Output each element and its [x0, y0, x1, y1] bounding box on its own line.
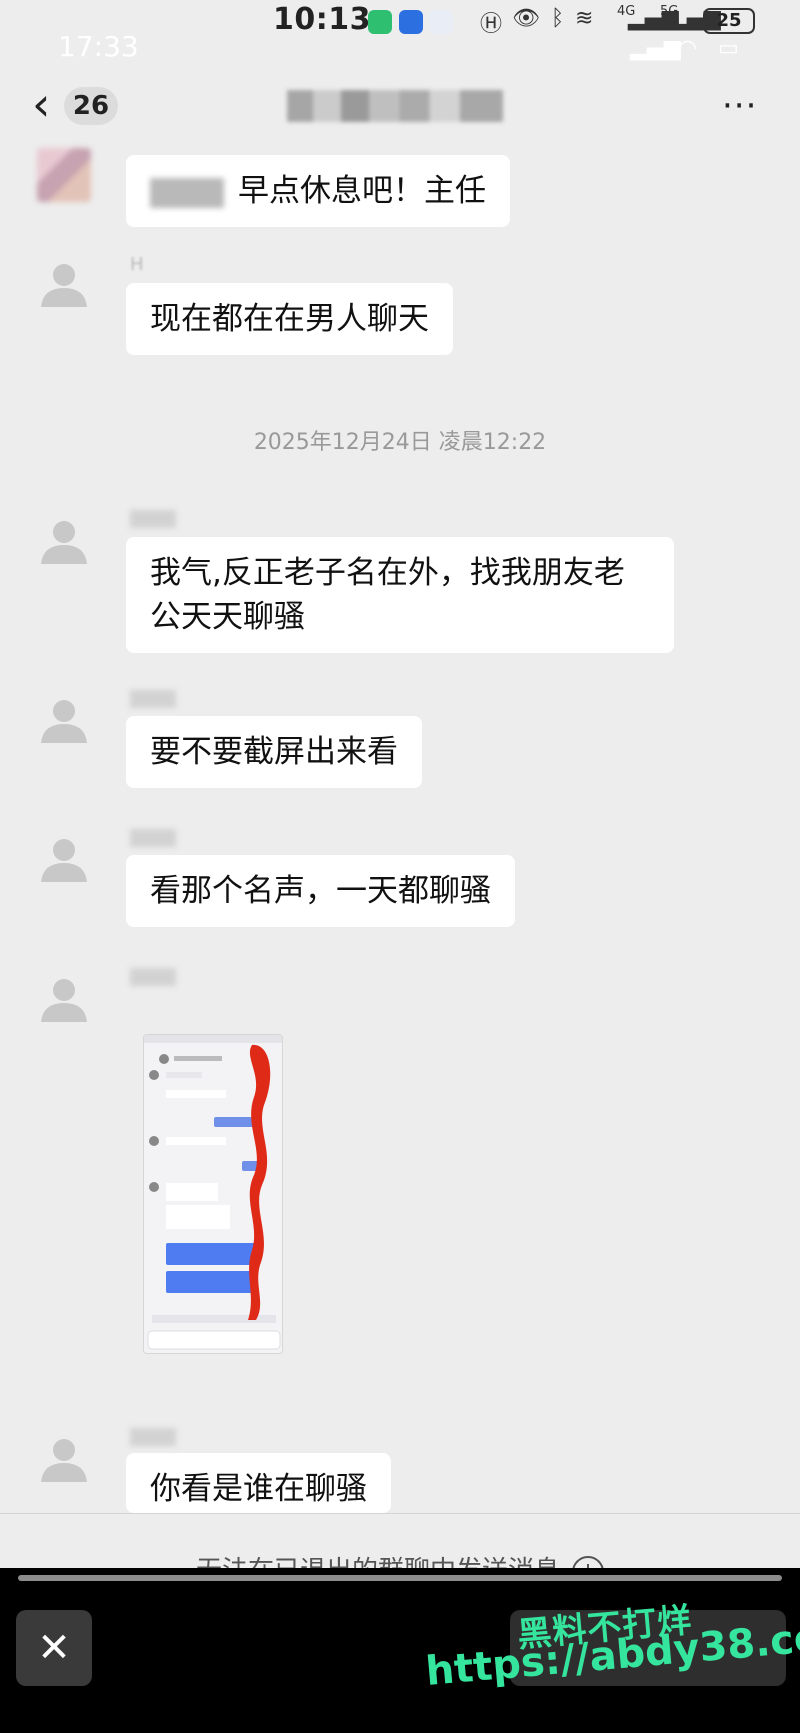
message-bubble[interactable]: 早点休息吧！主任	[126, 155, 510, 227]
avatar[interactable]	[37, 693, 91, 747]
avatar[interactable]	[37, 257, 91, 311]
inner-status-time: 17:33	[58, 30, 139, 63]
eye-icon: 👁	[512, 6, 540, 31]
message-bubble[interactable]: 要不要截屏出来看	[126, 716, 422, 788]
unread-count-badge[interactable]: 26	[64, 87, 118, 125]
battery-icon: ▭	[718, 36, 739, 61]
message-text: 我气,反正老子名在外，找我朋友老公天天聊骚	[150, 555, 625, 635]
sender-name	[130, 510, 176, 528]
sender-name: H	[130, 254, 144, 275]
sender-name	[130, 829, 176, 847]
message-text: 要不要截屏出来看	[150, 734, 398, 770]
screenshot-image-message[interactable]	[143, 1034, 283, 1354]
message-timestamp: 2025年12月24日 凌晨12:22	[253, 430, 547, 455]
avatar[interactable]	[37, 514, 91, 568]
sender-name	[130, 968, 176, 986]
redacted-name	[150, 177, 224, 208]
default-avatar-icon	[41, 700, 87, 743]
wechat-app-icon	[368, 10, 392, 34]
wifi-icon: ≋	[575, 6, 594, 31]
sender-name	[130, 690, 176, 708]
avatar[interactable]	[37, 972, 91, 1026]
scrollbar[interactable]	[18, 1575, 782, 1581]
divider	[0, 1513, 800, 1514]
sender-name	[130, 1428, 176, 1446]
message-bubble[interactable]: 我气,反正老子名在外，找我朋友老公天天聊骚	[126, 537, 674, 653]
chat-screenshot-thumbnail	[144, 1035, 282, 1353]
more-options-icon[interactable]: ···	[722, 86, 757, 126]
wifi-icon: ◠	[678, 36, 698, 61]
sync-icon	[429, 10, 453, 34]
message-bubble[interactable]: 现在都在在男人聊天	[126, 283, 453, 355]
avatar[interactable]	[37, 1432, 91, 1486]
default-avatar-icon	[41, 264, 87, 307]
message-bubble[interactable]: 看那个名声，一天都聊骚	[126, 855, 515, 927]
message-bubble[interactable]: 你看是谁在聊骚	[126, 1453, 391, 1513]
close-icon: ✕	[37, 1625, 71, 1671]
default-avatar-icon	[41, 979, 87, 1022]
chat-header: ‹ 26 ···	[0, 70, 800, 140]
avatar[interactable]	[37, 832, 91, 886]
default-avatar-icon	[41, 1439, 87, 1482]
message-text: 看那个名声，一天都聊骚	[150, 873, 491, 909]
status-time: 10:13	[273, 2, 371, 37]
chat-title	[287, 90, 503, 122]
default-avatar-icon	[41, 839, 87, 882]
default-avatar-icon	[41, 521, 87, 564]
bluetooth-icon: ᛒ	[551, 6, 565, 31]
back-arrow-icon[interactable]: ‹	[32, 81, 62, 127]
signal-icon: ▂▄▆	[630, 36, 681, 61]
hd-call-icon: Ⓗ	[480, 12, 503, 37]
message-text: 你看是谁在聊骚	[150, 1471, 367, 1507]
battery-indicator: 25	[703, 8, 755, 34]
message-text: 早点休息吧！主任	[238, 173, 486, 209]
message-text: 现在都在在男人聊天	[150, 301, 429, 337]
app-notification-icon	[399, 10, 423, 34]
avatar[interactable]	[37, 148, 91, 202]
close-button[interactable]: ✕	[16, 1610, 92, 1686]
